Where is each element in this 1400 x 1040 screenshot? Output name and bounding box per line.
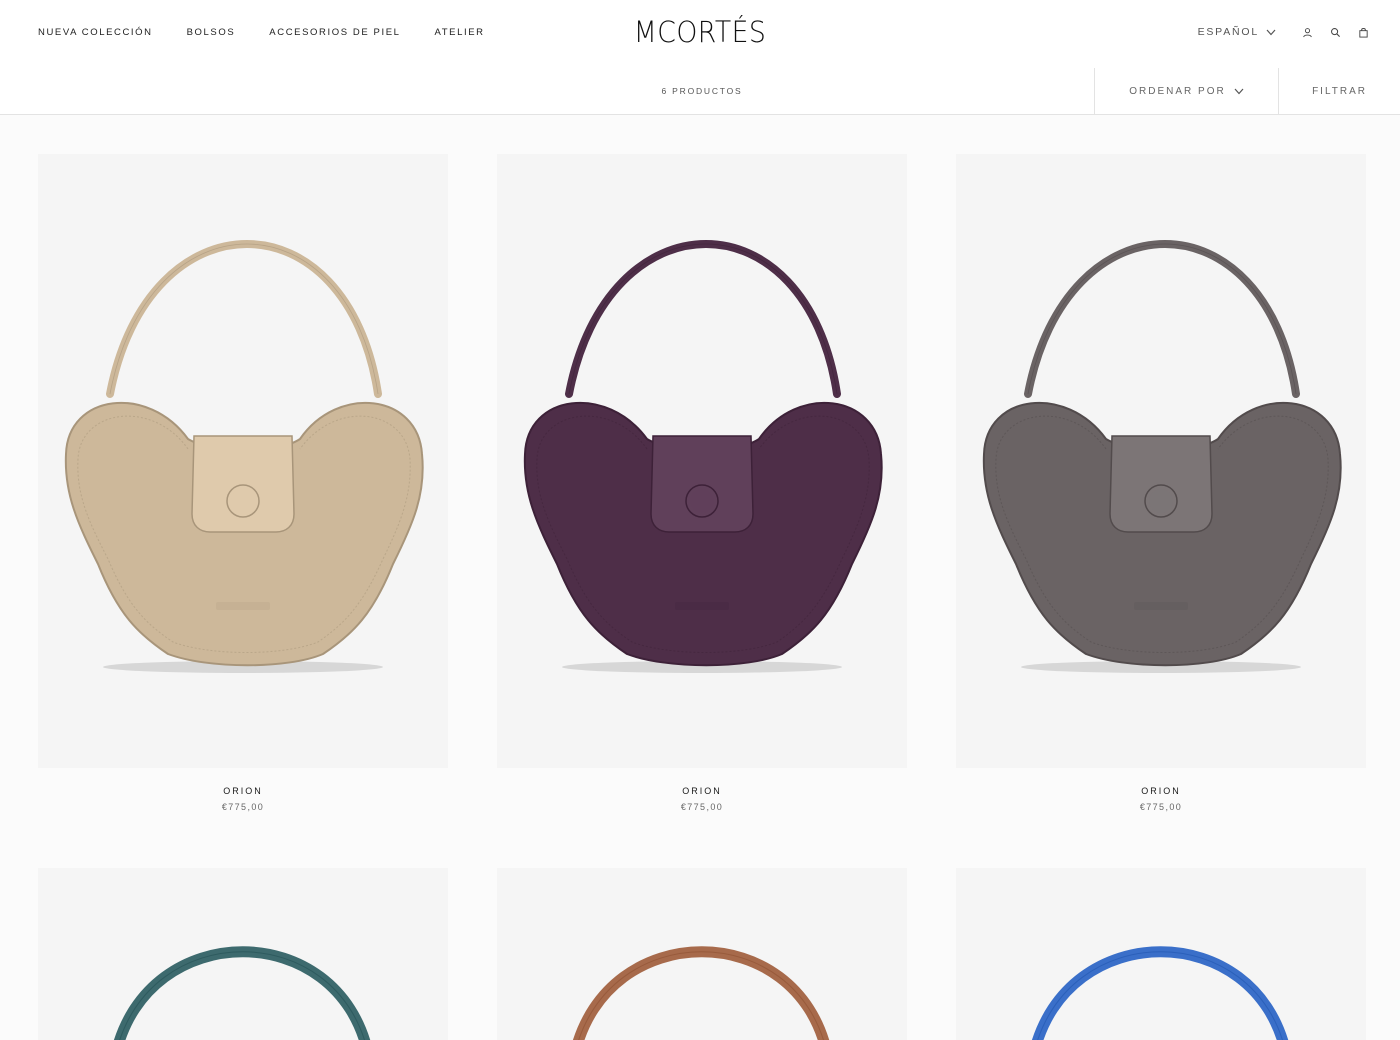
handbag-illustration	[523, 240, 883, 673]
handbag-illustration	[573, 946, 829, 1040]
product-image[interactable]	[497, 868, 907, 1040]
sort-label: ORDENAR POR	[1129, 85, 1226, 97]
product-name[interactable]: ORION	[956, 786, 1366, 796]
sort-dropdown[interactable]: ORDENAR POR	[1094, 68, 1279, 114]
handbag-illustration	[114, 946, 370, 1040]
chevron-down-icon	[1234, 88, 1244, 94]
language-label: ESPAÑOL	[1197, 26, 1259, 38]
product-price: €775,00	[680, 802, 724, 812]
product-image[interactable]	[497, 154, 907, 768]
handbag-illustration	[64, 240, 424, 673]
handbag-illustration	[1032, 946, 1288, 1040]
filter-button[interactable]: FILTRAR	[1280, 68, 1400, 114]
product-price: €775,00	[221, 802, 265, 812]
handbag-illustration	[982, 240, 1342, 673]
collection-toolbar: 6 PRODUCTOS ORDENAR POR FILTRAR	[0, 66, 1400, 115]
product-name[interactable]: ORION	[38, 786, 448, 796]
product-image[interactable]	[956, 868, 1366, 1040]
product-price: €775,00	[1139, 802, 1183, 812]
product-image[interactable]	[38, 868, 448, 1040]
product-image[interactable]	[38, 154, 448, 768]
chevron-down-icon	[1266, 29, 1276, 35]
product-image[interactable]	[956, 154, 1366, 768]
brand-logo[interactable]: MCORTÉS	[0, 15, 1400, 49]
language-selector[interactable]: ESPAÑOL	[1198, 26, 1276, 38]
site-header: NUEVA COLECCIÓN BOLSOS ACCESORIOS DE PIE…	[0, 0, 1400, 66]
header-tools: ESPAÑOL	[1198, 25, 1370, 39]
cart-icon[interactable]	[1356, 25, 1370, 39]
account-icon[interactable]	[1300, 25, 1314, 39]
product-name[interactable]: ORION	[497, 786, 907, 796]
search-icon[interactable]	[1328, 25, 1342, 39]
